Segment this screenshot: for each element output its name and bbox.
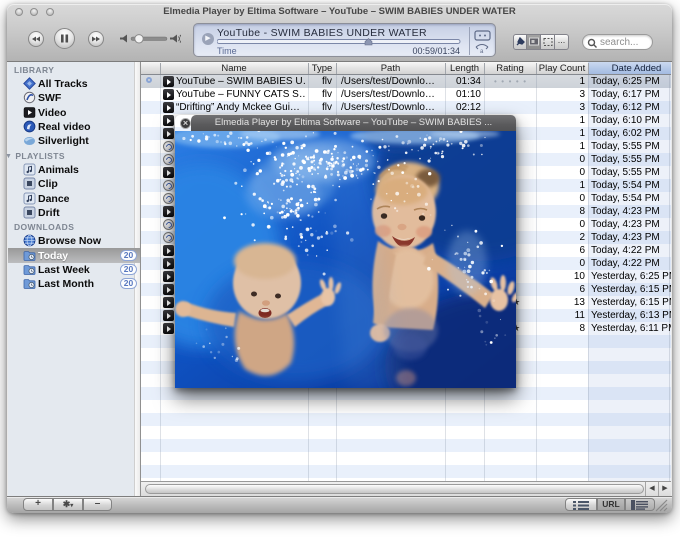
svg-text:a: a [480, 49, 484, 54]
